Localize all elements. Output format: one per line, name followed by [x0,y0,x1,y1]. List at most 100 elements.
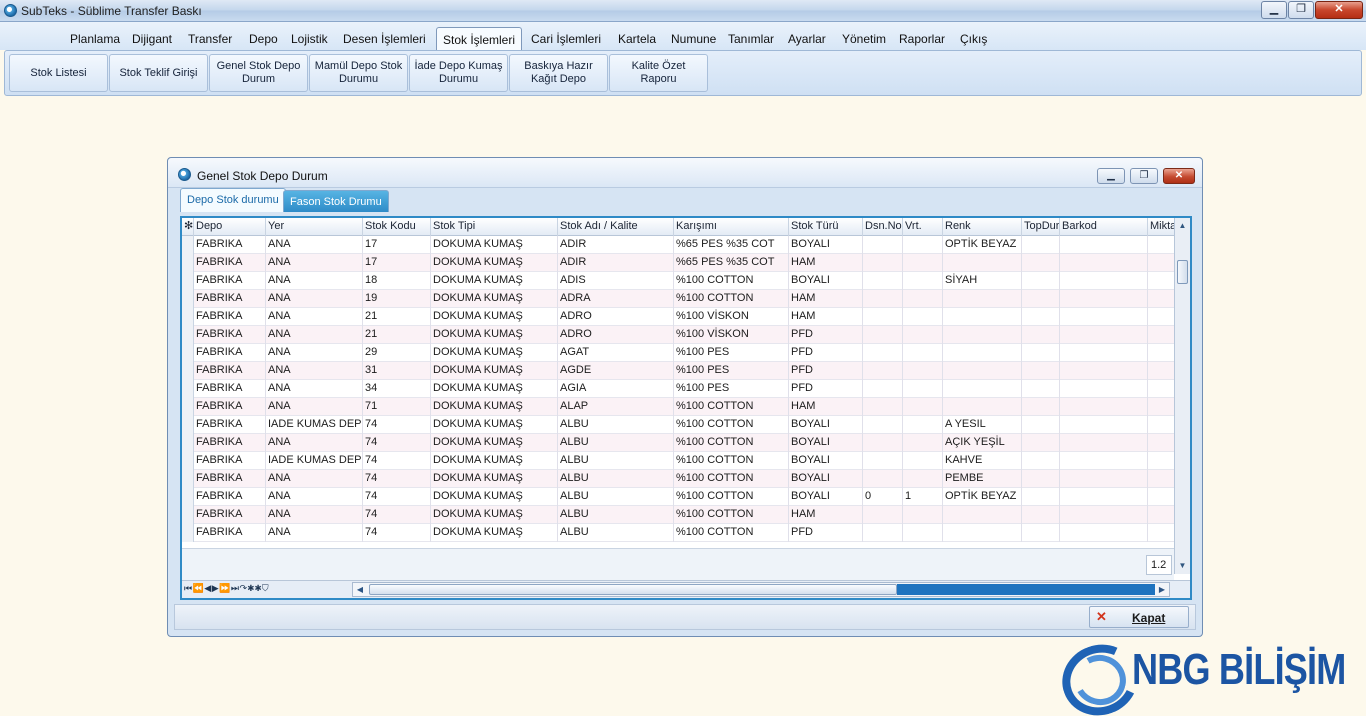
table-cell[interactable]: 74 [363,470,431,488]
table-cell[interactable]: ALBU [558,488,674,506]
row-selector[interactable] [182,398,194,416]
row-selector[interactable] [182,362,194,380]
table-cell[interactable]: FABRIKA [194,308,266,326]
table-cell[interactable] [943,362,1022,380]
table-cell[interactable]: ANA [266,236,363,254]
scroll-right-icon[interactable]: ▶ [1155,584,1169,595]
table-cell[interactable] [1022,272,1060,290]
table-cell[interactable]: ANA [266,470,363,488]
table-cell[interactable]: DOKUMA KUMAŞ [431,326,558,344]
table-cell[interactable]: DOKUMA KUMAŞ [431,398,558,416]
table-cell[interactable]: ALBU [558,452,674,470]
table-cell[interactable] [1022,524,1060,542]
table-cell[interactable]: PFD [789,344,863,362]
table-cell[interactable] [943,254,1022,272]
table-cell[interactable]: ALBU [558,434,674,452]
table-cell[interactable]: DOKUMA KUMAŞ [431,362,558,380]
table-cell[interactable] [1060,470,1148,488]
menu-lojistik[interactable]: Lojistik [291,32,328,46]
table-cell[interactable] [1022,452,1060,470]
menu-desen-islemleri[interactable]: Desen İşlemleri [343,32,426,46]
table-cell[interactable]: ALBU [558,416,674,434]
table-row[interactable]: FABRIKA ANA 74 DOKUMA KUMAŞ ALBU %100 COTTON P… [182,524,1174,542]
table-cell[interactable] [1060,308,1148,326]
table-cell[interactable]: BOYALI [789,434,863,452]
table-cell[interactable]: DOKUMA KUMAŞ [431,416,558,434]
scroll-up-icon[interactable]: ▲ [1177,220,1188,231]
tab-depo-stok-durumu[interactable]: Depo Stok durumu [180,188,286,212]
table-cell[interactable]: FABRIKA [194,506,266,524]
table-row[interactable]: FABRIKA ANA 19 DOKUMA KUMAŞ ADRA %100 COTTON H… [182,290,1174,308]
table-cell[interactable] [943,524,1022,542]
table-cell[interactable] [903,470,943,488]
table-row[interactable]: FABRIKA ANA 17 DOKUMA KUMAŞ ADIR %65 PES %35 … [182,254,1174,272]
table-cell[interactable]: ANA [266,308,363,326]
table-cell[interactable]: FABRIKA [194,470,266,488]
table-row[interactable]: FABRIKA ANA 74 DOKUMA KUMAŞ ALBU %100 COTTON B… [182,470,1174,488]
table-cell[interactable]: 31 [363,362,431,380]
table-cell[interactable]: OPTİK BEYAZ [943,488,1022,506]
table-cell[interactable]: AGDE [558,362,674,380]
table-cell[interactable]: DOKUMA KUMAŞ [431,524,558,542]
table-cell[interactable] [903,290,943,308]
table-row[interactable]: FABRIKA ANA 21 DOKUMA KUMAŞ ADRO %100 VİSKON H… [182,308,1174,326]
table-cell[interactable] [863,254,903,272]
table-cell[interactable]: 1 [903,488,943,506]
table-cell[interactable]: ADIR [558,236,674,254]
table-cell[interactable] [1022,398,1060,416]
row-selector[interactable] [182,236,194,254]
table-cell[interactable] [1060,452,1148,470]
table-cell[interactable]: ADIR [558,254,674,272]
table-cell[interactable]: FABRIKA [194,416,266,434]
table-cell[interactable] [943,398,1022,416]
row-selector[interactable] [182,452,194,470]
kalite-ozet-raporu-button[interactable]: Kalite Özet Raporu [609,54,708,92]
table-cell[interactable] [903,308,943,326]
table-cell[interactable]: PFD [789,362,863,380]
table-cell[interactable]: FABRIKA [194,434,266,452]
table-cell[interactable]: FABRIKA [194,236,266,254]
table-cell[interactable]: %100 COTTON [674,452,789,470]
column-header[interactable]: Stok Kodu [363,218,431,236]
menu-dijigant[interactable]: Dijigant [132,32,172,46]
table-row[interactable]: FABRIKA IADE KUMAS DEPO 74 DOKUMA KUMAŞ ALBU… [182,452,1174,470]
minimize-button[interactable]: ▁ [1261,1,1287,19]
table-cell[interactable] [1060,398,1148,416]
table-cell[interactable] [1060,434,1148,452]
table-cell[interactable]: 74 [363,506,431,524]
table-cell[interactable]: %100 COTTON [674,524,789,542]
table-cell[interactable]: ADRA [558,290,674,308]
table-cell[interactable]: ANA [266,362,363,380]
table-cell[interactable]: FABRIKA [194,326,266,344]
table-cell[interactable]: %100 PES [674,380,789,398]
table-cell[interactable] [863,272,903,290]
table-cell[interactable]: BOYALI [789,452,863,470]
table-cell[interactable]: AGAT [558,344,674,362]
table-cell[interactable]: AÇIK YEŞİL [943,434,1022,452]
table-cell[interactable]: FABRIKA [194,398,266,416]
table-cell[interactable]: ANA [266,380,363,398]
table-cell[interactable]: ALAP [558,398,674,416]
table-cell[interactable]: BOYALI [789,470,863,488]
table-cell[interactable] [863,236,903,254]
table-cell[interactable] [1060,488,1148,506]
table-cell[interactable] [903,416,943,434]
table-cell[interactable] [943,380,1022,398]
table-cell[interactable] [1022,380,1060,398]
row-selector[interactable] [182,308,194,326]
horizontal-scroll-thumb[interactable] [369,584,897,595]
table-cell[interactable]: DOKUMA KUMAŞ [431,452,558,470]
table-cell[interactable] [943,506,1022,524]
table-cell[interactable] [863,308,903,326]
table-cell[interactable]: ANA [266,488,363,506]
menu-cari-islemleri[interactable]: Cari İşlemleri [531,32,601,46]
table-cell[interactable] [1022,434,1060,452]
table-cell[interactable]: PFD [789,524,863,542]
row-selector[interactable] [182,506,194,524]
table-cell[interactable]: DOKUMA KUMAŞ [431,344,558,362]
table-cell[interactable] [1022,344,1060,362]
vertical-scroll-thumb[interactable] [1177,260,1188,284]
table-cell[interactable]: 74 [363,434,431,452]
table-cell[interactable] [863,290,903,308]
genel-stok-depo-durum-button[interactable]: Genel Stok Depo Durum [209,54,308,92]
